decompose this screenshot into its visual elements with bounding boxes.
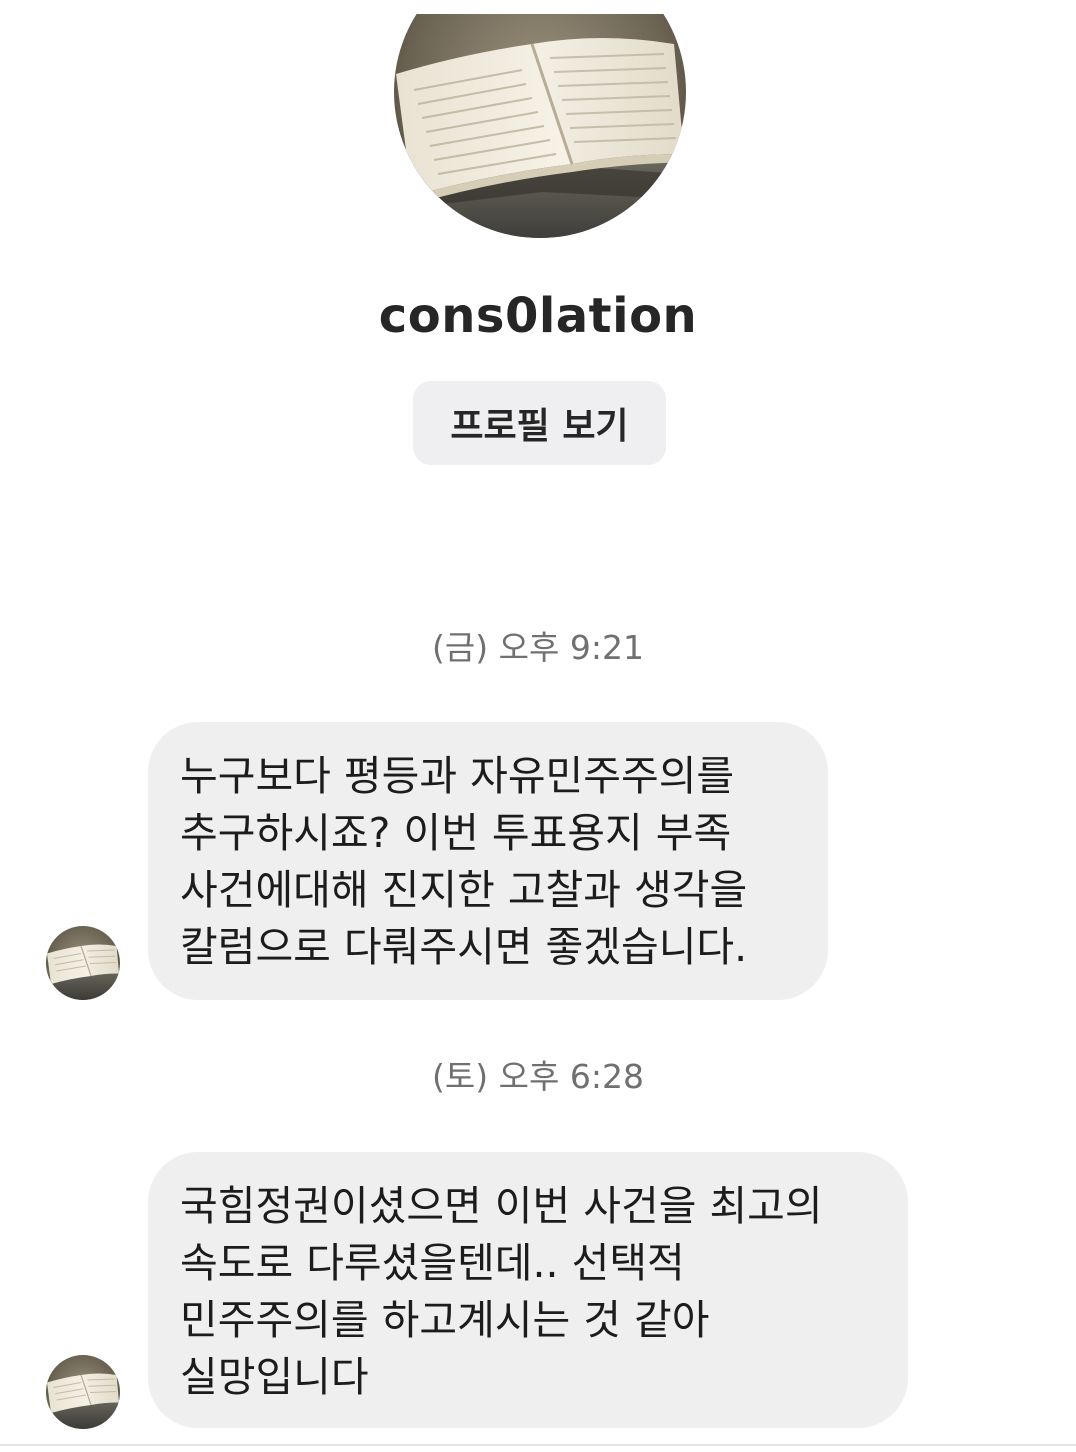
message-text-line: 칼럼으로 다뤄주시면 좋겠습니다.: [180, 923, 748, 971]
profile-avatar[interactable]: [392, 14, 688, 238]
sender-avatar[interactable]: [46, 926, 120, 1000]
message-text-line: 속도로 다루셨을텐데.. 선택적: [180, 1239, 685, 1287]
open-book-icon: [394, 14, 686, 238]
divider: [0, 1444, 1076, 1446]
message-bubble[interactable]: 국힘정권이셨으면 이번 사건을 최고의 속도로 다루셨을텐데.. 선택적 민주주…: [148, 1152, 908, 1428]
sender-avatar[interactable]: [46, 1355, 120, 1429]
open-book-icon: [46, 1355, 120, 1429]
message-text-line: 사건에대해 진지한 고찰과 생각을: [180, 866, 748, 914]
profile-username: cons0lation: [378, 288, 698, 344]
message-text-line: 누구보다 평등과 자유민주주의를: [180, 752, 735, 800]
open-book-icon: [46, 926, 120, 1000]
message-text-line: 실망입니다: [180, 1353, 369, 1401]
view-profile-button[interactable]: 프로필 보기: [413, 381, 666, 465]
message-timestamp: (토) 오후 6:28: [432, 1057, 644, 1096]
message-bubble[interactable]: 누구보다 평등과 자유민주주의를 추구하시죠? 이번 투표용지 부족 사건에대해…: [148, 722, 828, 1000]
message-text-line: 추구하시죠? 이번 투표용지 부족: [180, 809, 732, 857]
message-text-line: 국힘정권이셨으면 이번 사건을 최고의: [180, 1182, 823, 1230]
message-timestamp: (금) 오후 9:21: [432, 628, 644, 667]
message-text-line: 민주주의를 하고계시는 것 같아: [180, 1296, 710, 1344]
